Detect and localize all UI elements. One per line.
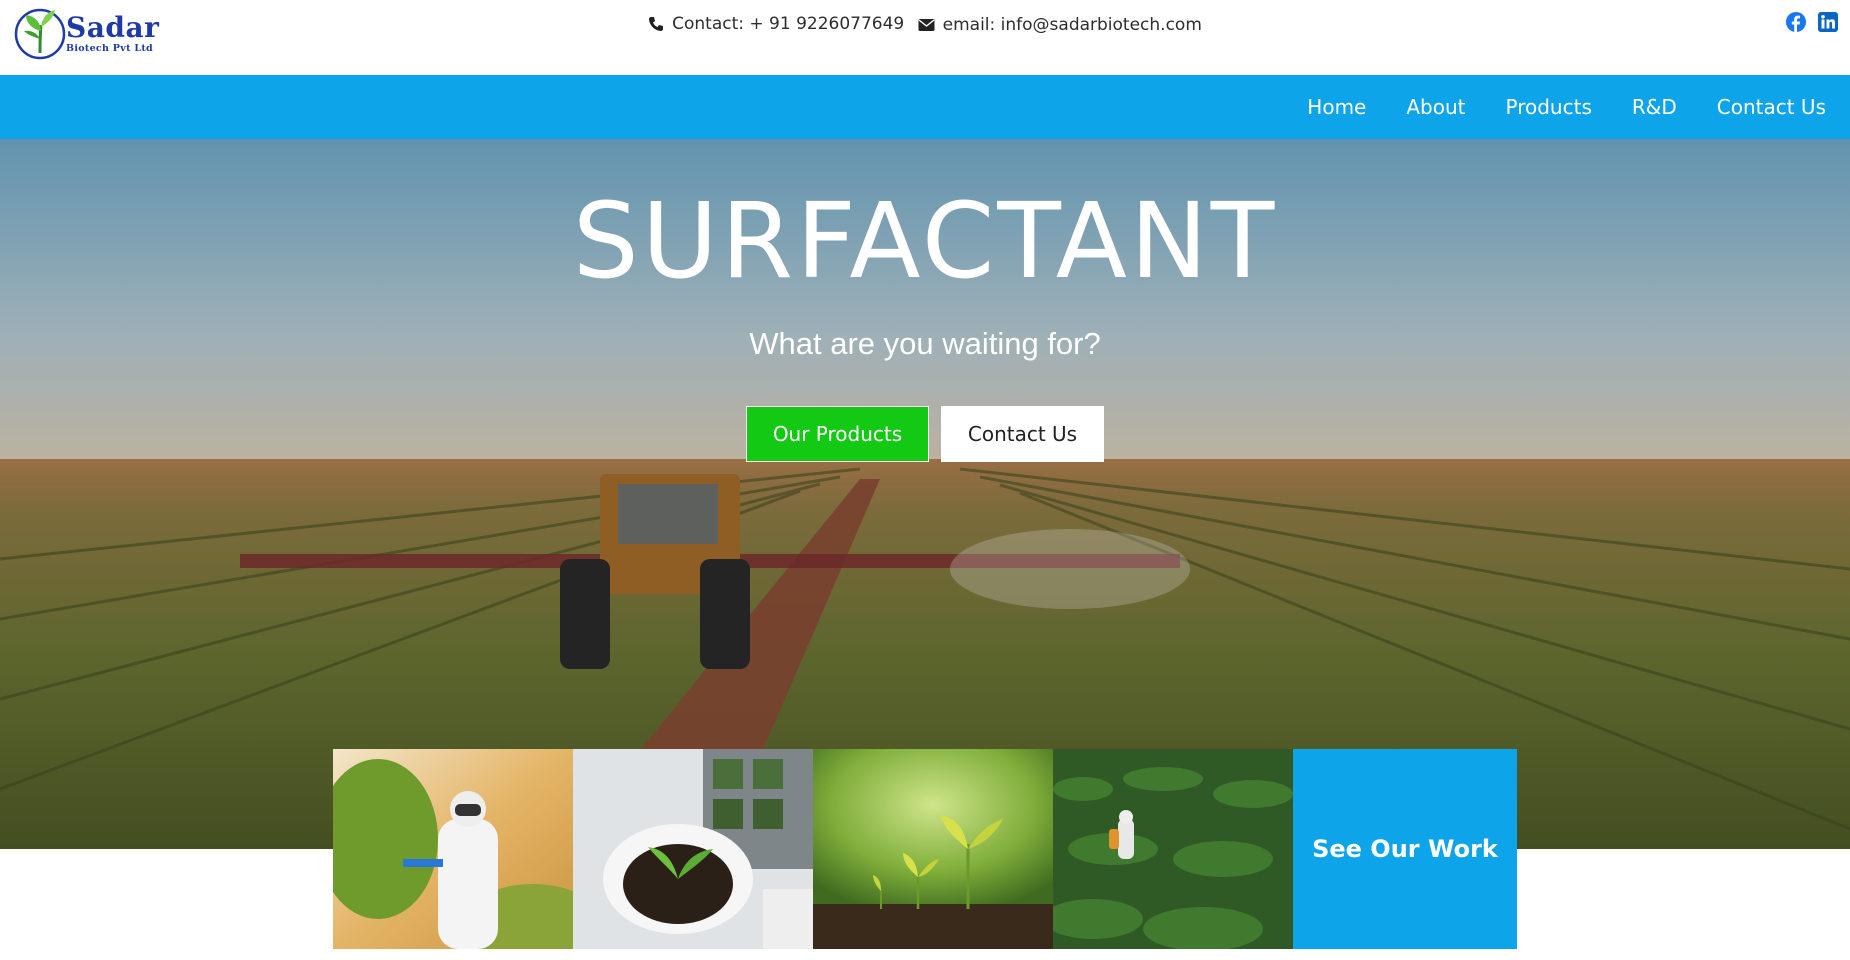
see-our-work-button[interactable]: See Our Work xyxy=(1293,749,1517,949)
social-links xyxy=(1786,12,1838,32)
email-contact: email: info@sadarbiotech.com xyxy=(918,15,1202,35)
linkedin-icon[interactable] xyxy=(1818,12,1838,32)
our-products-button[interactable]: Our Products xyxy=(746,406,929,462)
worker-spraying-image xyxy=(333,749,573,949)
facebook-icon[interactable] xyxy=(1786,12,1806,32)
hero-subtitle: What are you waiting for? xyxy=(749,326,1101,361)
phone-contact: Contact: + 91 9226077649 xyxy=(648,14,904,34)
work-gallery: See Our Work xyxy=(333,749,1517,949)
top-bar: Sadar Biotech Pvt Ltd Contact: + 91 9226… xyxy=(0,0,1850,75)
gallery-image-seedling-dish[interactable] xyxy=(573,749,813,949)
phone-icon xyxy=(649,17,664,31)
envelope-icon xyxy=(918,19,935,31)
brand-tagline: Biotech Pvt Ltd xyxy=(66,43,153,54)
gallery-image-crop-field[interactable] xyxy=(1053,749,1293,949)
nav-item-products[interactable]: Products xyxy=(1506,95,1592,119)
crop-field-image xyxy=(1053,749,1293,949)
nav-item-rnd[interactable]: R&D xyxy=(1632,95,1677,119)
gallery-image-sprouts[interactable] xyxy=(813,749,1053,949)
hero-title: SURFACTANT xyxy=(572,180,1278,302)
main-navbar: Home About Products R&D Contact Us xyxy=(0,75,1850,139)
nav-menu: Home About Products R&D Contact Us xyxy=(1267,75,1826,139)
seedling-dish-image xyxy=(573,749,813,949)
contact-us-button[interactable]: Contact Us xyxy=(941,406,1104,462)
hero-banner: SURFACTANT What are you waiting for? Our… xyxy=(0,139,1850,849)
sprouts-image xyxy=(813,749,1053,949)
email-label[interactable]: email: info@sadarbiotech.com xyxy=(943,15,1202,35)
hero-actions: Our Products Contact Us xyxy=(746,406,1104,462)
nav-item-contact-us[interactable]: Contact Us xyxy=(1717,95,1826,119)
nav-item-about[interactable]: About xyxy=(1406,95,1465,119)
phone-label: Contact: + 91 9226077649 xyxy=(672,14,905,34)
nav-item-home[interactable]: Home xyxy=(1307,95,1366,119)
gallery-image-sprayer-worker[interactable] xyxy=(333,749,573,949)
contact-info: Contact: + 91 9226077649 email: info@sad… xyxy=(0,14,1850,37)
